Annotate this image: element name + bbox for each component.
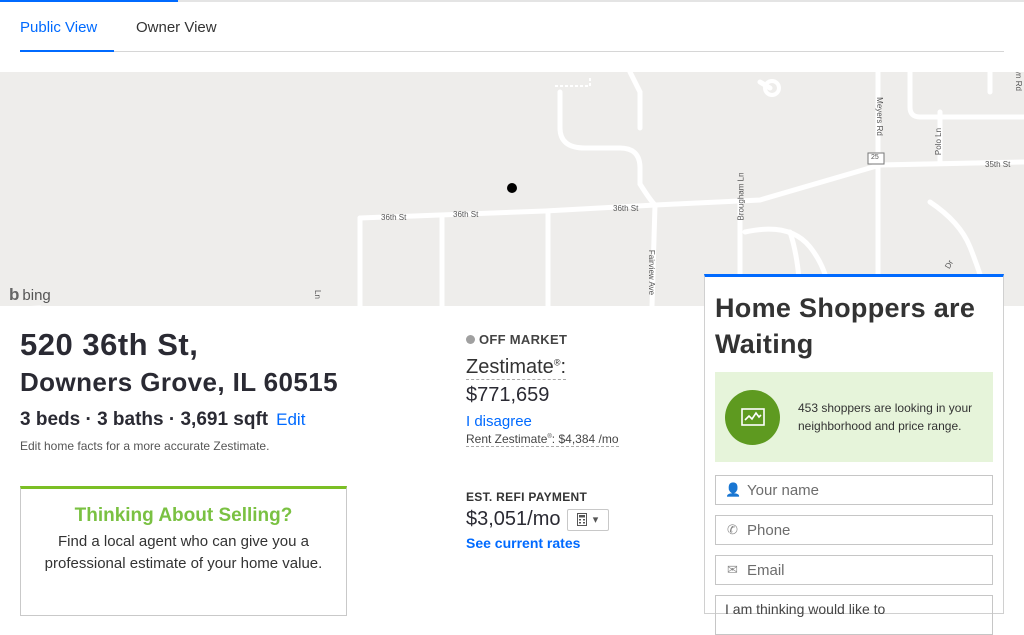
street-label: Brougham Ln [736,172,746,221]
chevron-down-icon: ▾ [592,514,599,526]
zestimate-label[interactable]: Zestimate®: [466,356,567,380]
tab-public-view[interactable]: Public View [20,19,97,36]
view-tabs: Public View Owner View [20,0,1004,52]
see-rates-link[interactable]: See current rates [466,535,609,551]
status-label: OFF MARKET [479,332,568,347]
bing-b-icon: b [9,285,20,304]
rent-zestimate[interactable]: Rent Zestimate®: $4,384 /mo [466,432,619,447]
phone-icon: ✆ [727,522,738,537]
route-shield-label: 25 [871,154,879,161]
selling-text: Find a local agent who can give you a pr… [44,533,323,572]
selling-promo: Thinking About Selling? Find a local age… [20,486,347,616]
home-shoppers-panel: Home Shoppers are Waiting 453 shoppers a… [704,274,1004,635]
refi-label: EST. REFI PAYMENT [466,490,588,504]
home-facts: 3 beds · 3 baths · 3,691 sqft Edit [20,409,305,431]
edit-facts-link[interactable]: Edit [276,410,305,429]
selling-title[interactable]: Thinking About Selling? [35,505,332,527]
message-text[interactable]: I am thinking would like to [725,601,885,617]
street-label: 35th St [985,160,1011,169]
refi-payment: EST. REFI PAYMENT $3,051/mo ▾ See curren… [466,490,609,551]
zestimate-panel: OFF MARKET Zestimate®: $771,659 I disagr… [466,332,686,448]
shoppers-banner: 453 shoppers are looking in your neighbo… [715,372,993,462]
street-label: 36th St [613,204,639,213]
street-label: Ln [312,290,322,299]
street-label: yn Rd [1013,72,1023,91]
active-tab-indicator [20,50,114,52]
address-line2: Downers Grove, IL 60515 [20,367,338,397]
street-label: Meyers Rd [874,97,884,136]
bing-wordmark: bing [22,286,51,304]
calculator-dropdown-button[interactable]: ▾ [566,508,609,531]
shoppers-banner-text: 453 shoppers are looking in your neighbo… [798,401,973,433]
shoppers-title: Home Shoppers are Waiting [715,293,976,359]
beds-baths-sqft: 3 beds · 3 baths · 3,691 sqft [20,409,269,430]
status-badge: OFF MARKET [466,332,686,347]
trend-chart-icon [725,389,780,445]
email-field[interactable]: ✉ [715,555,993,585]
map-roads [29,72,1024,306]
property-address: 520 36th St, Downers Grove, IL 60515 [20,327,338,398]
message-field[interactable]: I am thinking would like to [715,595,993,635]
phone-input[interactable] [747,521,977,539]
tab-owner-view[interactable]: Owner View [136,19,217,36]
zestimate-value: $771,659 [466,384,550,406]
street-label: 36th St [453,210,479,219]
envelope-icon: ✉ [727,562,738,577]
name-input[interactable] [747,481,977,499]
calculator-icon [576,513,587,526]
status-dot-icon [466,335,475,344]
street-label: 36th St [381,213,407,222]
property-map[interactable]: 36th St 36th St 36th St 35th St Meyers R… [0,72,1024,306]
phone-field[interactable]: ✆ [715,515,993,545]
street-label: Fairview Ave [647,249,657,296]
name-field[interactable]: 👤 [715,475,993,505]
bing-logo: b bing [9,285,51,305]
property-location-marker [507,183,517,193]
email-input[interactable] [747,561,977,579]
registered-mark-icon: ® [553,357,561,368]
street-label: Polo Ln [934,127,944,156]
address-line1: 520 36th St, [20,327,199,362]
disagree-link[interactable]: I disagree [466,413,686,430]
facts-note: Edit home facts for a more accurate Zest… [20,439,270,453]
user-icon: 👤 [725,482,742,497]
refi-value: $3,051/mo [466,508,561,530]
